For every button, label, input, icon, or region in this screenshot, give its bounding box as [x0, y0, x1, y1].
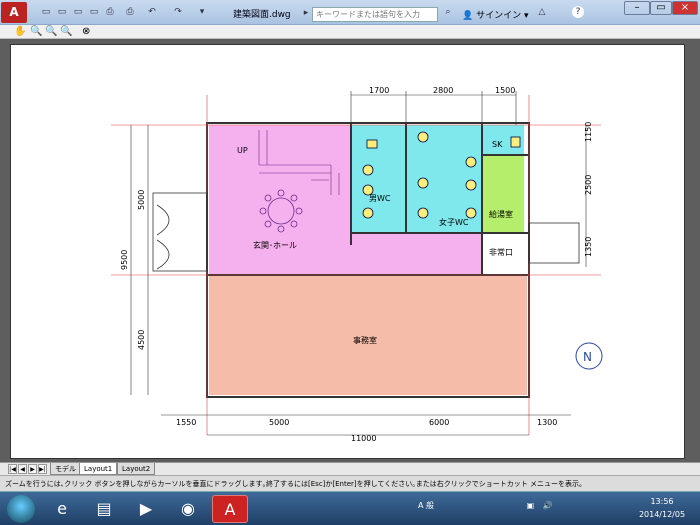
office-area	[209, 275, 527, 395]
dim-right-1: 1150	[584, 122, 593, 142]
saveas-icon[interactable]: ▭	[88, 6, 100, 18]
expand-icon[interactable]: ▸	[300, 7, 312, 19]
dim-top-1: 1700	[369, 86, 389, 95]
layout-paper[interactable]: N 1700 2800 1500 1150 2500 1350 9500 500…	[10, 44, 685, 459]
prev-tab-icon[interactable]: ◀	[18, 464, 27, 474]
dim-bottom-1: 1550	[176, 418, 196, 427]
label-women-wc: 女子WC	[439, 217, 469, 227]
maximize-button[interactable]: ▭	[650, 1, 672, 15]
minimize-button[interactable]: –	[624, 1, 650, 15]
undo-icon[interactable]: ↶	[146, 6, 158, 18]
ie-icon[interactable]: e	[44, 495, 80, 523]
clock-time: 13:56	[650, 497, 674, 506]
zoom-realtime-icon[interactable]: 🔍	[30, 26, 42, 38]
app-logo[interactable]: A	[1, 2, 27, 23]
pan-icon[interactable]: ✋	[14, 26, 26, 38]
close-view-icon[interactable]: ⊗	[82, 26, 90, 38]
explorer-icon[interactable]: ▤	[86, 495, 122, 523]
kitchen-area	[482, 155, 524, 233]
document-title: 建築図面.dwg	[233, 10, 291, 20]
dropdown-icon[interactable]: ▾	[196, 6, 208, 18]
zoom-previous-icon[interactable]: 🔍	[60, 26, 72, 38]
print-icon[interactable]: ⎙	[104, 6, 116, 18]
label-up: UP	[237, 146, 248, 155]
zoom-window-icon[interactable]: 🔍	[45, 26, 57, 38]
help-icon[interactable]: ?	[572, 6, 584, 18]
next-tab-icon[interactable]: ▶	[28, 464, 37, 474]
north-arrow-icon: N	[575, 342, 603, 370]
command-line[interactable]: ズームを行うには､クリック ボタンを押しながらカーソルを垂直にドラッグします｡終…	[0, 475, 700, 491]
dim-top-2: 2800	[433, 86, 453, 95]
hall-area	[209, 125, 351, 275]
label-men-wc: 男WC	[369, 194, 391, 203]
dim-right-3: 1350	[584, 237, 593, 257]
last-tab-icon[interactable]: ▶|	[38, 464, 47, 474]
dim-left-2: 4500	[137, 330, 146, 350]
clock[interactable]: 13:56 2014/12/05	[632, 495, 692, 521]
exchange-icon[interactable]: △	[536, 6, 548, 18]
label-kitchen: 給湯室	[489, 209, 513, 219]
system-tray: A 般 ▣ 🔊	[418, 500, 618, 518]
view-toolbar: ✋ 🔍 🔍 🔍 ⊗	[0, 25, 700, 39]
signin-label: サインイン	[476, 11, 522, 21]
dim-bottom-4: 1300	[537, 418, 557, 427]
media-player-icon[interactable]: ▶	[128, 495, 164, 523]
plot-icon[interactable]: ⎙	[124, 6, 136, 18]
clock-date: 2014/12/05	[638, 510, 686, 519]
volume-icon[interactable]: 🔊	[543, 501, 553, 510]
tab-model[interactable]: モデル	[50, 463, 81, 475]
tab-layout1[interactable]: Layout1	[79, 463, 118, 475]
title-bar: A ▭ ▭ ▭ ▭ ⎙ ⎙ ↶ ↷ ▾ 建築図面.dwg ▸ キーワードまたは語…	[0, 0, 700, 25]
dim-top-3: 1500	[495, 86, 515, 95]
close-button[interactable]: ×	[672, 1, 698, 15]
start-button[interactable]	[7, 495, 35, 523]
dim-total: 11000	[351, 434, 376, 443]
network-icon[interactable]: ▣	[527, 501, 535, 510]
svg-text:N: N	[583, 350, 592, 364]
label-exit: 非常口	[489, 247, 513, 257]
redo-icon[interactable]: ↷	[172, 6, 184, 18]
dim-bottom-2: 5000	[269, 418, 289, 427]
tab-layout2[interactable]: Layout2	[117, 463, 156, 475]
label-hall: 玄関･ホール	[253, 240, 297, 250]
signin-button[interactable]: 👤 サインイン ▾	[462, 8, 528, 21]
dim-left-1: 5000	[137, 190, 146, 210]
dim-left-total: 9500	[120, 250, 129, 270]
chrome-icon[interactable]: ◉	[170, 495, 206, 523]
open-icon[interactable]: ▭	[56, 6, 68, 18]
first-tab-icon[interactable]: |◀	[8, 464, 17, 474]
label-office: 事務室	[353, 335, 377, 345]
drawing-area[interactable]: N 1700 2800 1500 1150 2500 1350 9500 500…	[0, 39, 700, 462]
dim-right-2: 2500	[584, 175, 593, 195]
dim-bottom-3: 6000	[429, 418, 449, 427]
new-icon[interactable]: ▭	[40, 6, 52, 18]
ime-indicator[interactable]: A 般	[418, 501, 434, 510]
taskbar: e ▤ ▶ ◉ A A 般 ▣ 🔊 13:56 2014/12/05	[0, 491, 700, 525]
men-wc-area	[351, 125, 406, 233]
binoculars-icon[interactable]: ⌕	[442, 6, 454, 18]
save-icon[interactable]: ▭	[72, 6, 84, 18]
layout-tab-bar: |◀ ◀ ▶ ▶| モデル Layout1 Layout2	[0, 462, 700, 475]
search-input[interactable]: キーワードまたは語句を入力	[312, 7, 438, 22]
label-sk: SK	[492, 140, 503, 149]
autocad-task-icon[interactable]: A	[212, 495, 248, 523]
